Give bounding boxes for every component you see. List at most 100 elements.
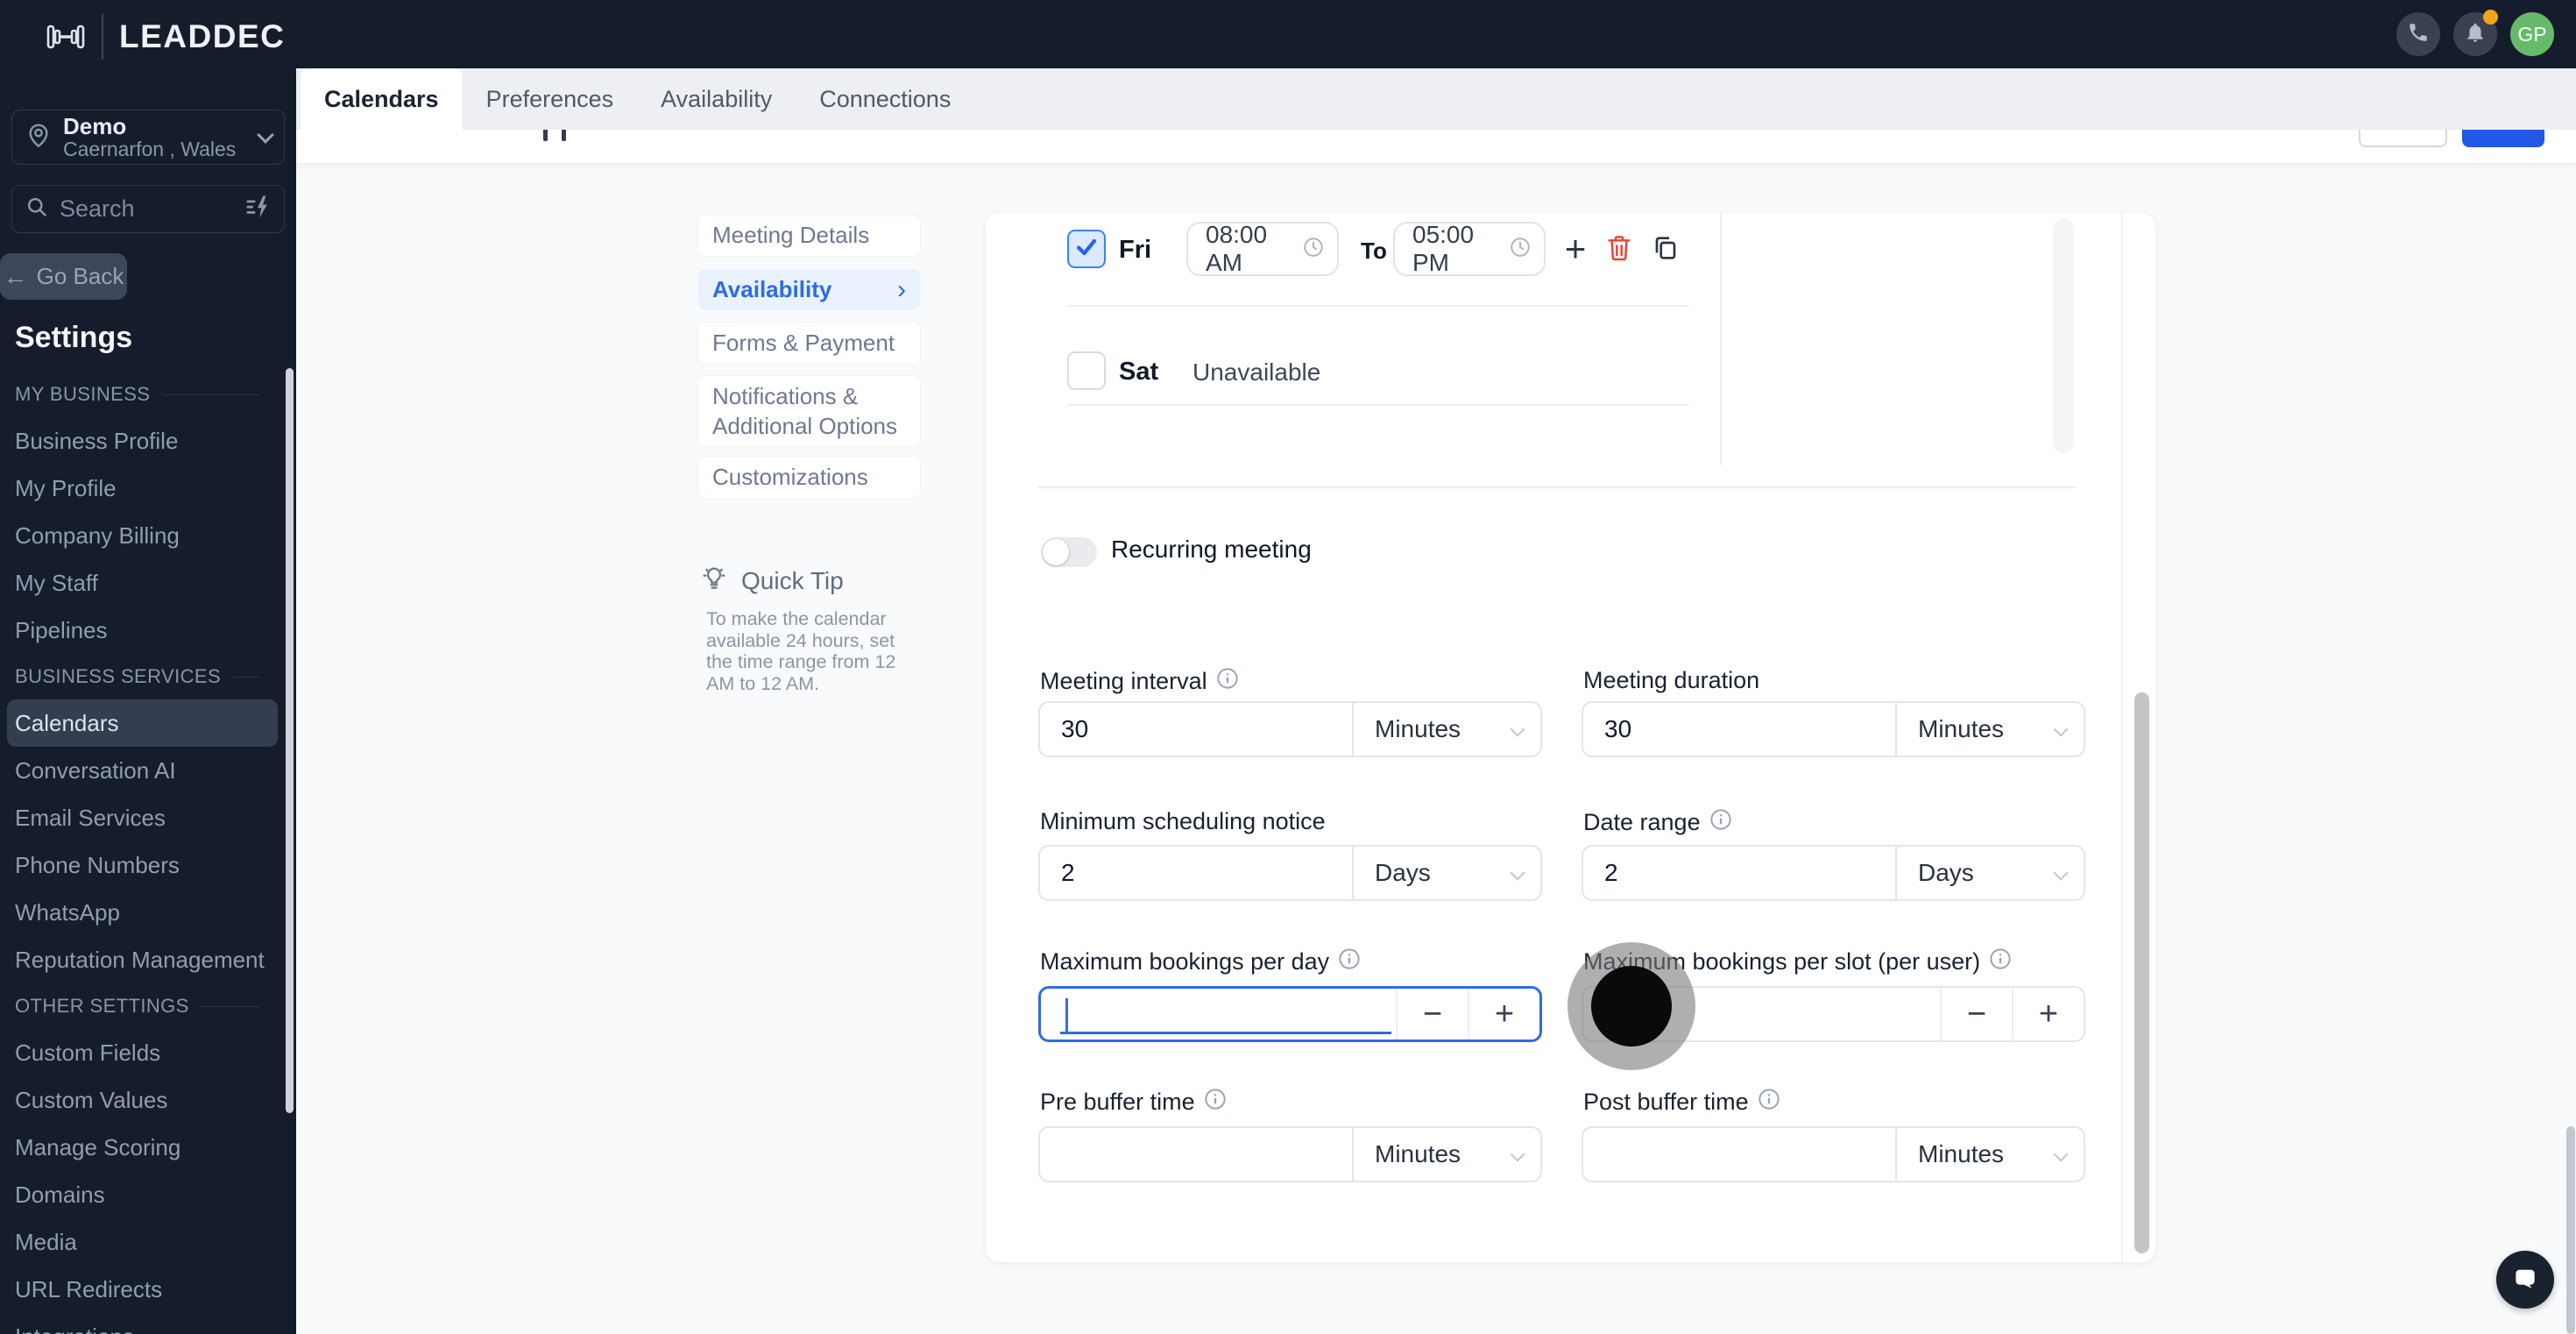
go-back-button[interactable]: ← Go Back (0, 253, 127, 300)
sidebar-item-url-redirects[interactable]: URL Redirects (0, 1266, 296, 1313)
meeting-duration-input[interactable]: 30 (1583, 703, 1895, 756)
phone-button[interactable] (2396, 12, 2440, 56)
pre-buffer-input[interactable] (1040, 1128, 1352, 1181)
clock-icon (1509, 236, 1532, 263)
availability-panel: Fri 08:00 AM To 05:00 PM + Sat Unavailab… (986, 213, 2155, 1262)
max-bookings-day-input[interactable] (1041, 989, 1396, 1040)
brand-name: LEADDEC (119, 18, 286, 54)
day-label-fri: Fri (1119, 236, 1152, 264)
tab-calendars[interactable]: Calendars (301, 68, 463, 130)
sidebar-item-reputation-management[interactable]: Reputation Management (0, 936, 296, 983)
page-scrollbar[interactable] (2566, 1126, 2575, 1334)
notifications-button[interactable] (2453, 10, 2498, 56)
sidebar-item-custom-fields[interactable]: Custom Fields (0, 1029, 296, 1076)
info-icon[interactable] (1758, 1088, 1780, 1117)
sidebar-item-domains[interactable]: Domains (0, 1171, 296, 1218)
sidebar-item-business-profile[interactable]: Business Profile (0, 417, 296, 465)
card-scrollbar[interactable] (2134, 692, 2149, 1253)
lightbulb-icon (700, 564, 728, 597)
info-icon[interactable] (1338, 947, 1361, 976)
section-header-business-services: BUSINESS SERVICES (0, 654, 296, 699)
meeting-duration-unit-select[interactable]: Minutes (1895, 703, 2084, 756)
sidebar-item-custom-values[interactable]: Custom Values (0, 1076, 296, 1124)
date-range-unit-select[interactable]: Days (1895, 847, 2084, 899)
meeting-interval-unit-select[interactable]: Minutes (1352, 703, 1540, 756)
fri-start-time-field[interactable]: 08:00 AM (1186, 221, 1339, 276)
page-title-descenders (543, 130, 548, 141)
sidebar: Demo Caernarfon , Wales Search ← Go Back… (0, 0, 296, 1334)
nav-forms-payment[interactable]: Forms & Payment (698, 323, 920, 364)
trash-icon (1605, 232, 1633, 268)
row-divider (1067, 404, 1689, 406)
nav-customizations[interactable]: Customizations (698, 457, 920, 498)
post-buffer-unit-select[interactable]: Minutes (1895, 1128, 2084, 1181)
sidebar-item-media[interactable]: Media (0, 1218, 296, 1266)
bell-icon (2464, 21, 2487, 48)
fri-checkbox[interactable] (1067, 230, 1106, 268)
min-scheduling-notice-unit-select[interactable]: Days (1352, 847, 1540, 899)
sat-status: Unavailable (1192, 358, 1321, 386)
date-range-input[interactable]: 2 (1583, 847, 1895, 899)
to-label: To (1361, 238, 1387, 264)
pre-buffer-field: Minutes (1038, 1126, 1542, 1182)
sidebar-item-manage-scoring[interactable]: Manage Scoring (0, 1124, 296, 1171)
chevron-down-icon (1510, 1146, 1525, 1162)
sidebar-item-calendars[interactable]: Calendars (7, 699, 278, 747)
sidebar-item-phone-numbers[interactable]: Phone Numbers (0, 841, 296, 889)
sidebar-item-my-profile[interactable]: My Profile (0, 465, 296, 512)
info-icon[interactable] (1216, 667, 1239, 696)
cancel-button-partial[interactable] (2359, 130, 2447, 147)
info-icon[interactable] (1204, 1088, 1227, 1117)
chat-launcher-button[interactable] (2496, 1251, 2554, 1309)
info-icon[interactable] (1989, 947, 2012, 976)
day-label-sat: Sat (1119, 358, 1159, 386)
min-scheduling-notice-input[interactable]: 2 (1040, 847, 1352, 899)
pre-buffer-label: Pre buffer time (1040, 1088, 1227, 1117)
location-switcher[interactable]: Demo Caernarfon , Wales (11, 110, 285, 165)
info-icon[interactable] (1709, 808, 1732, 837)
search-input[interactable] (60, 195, 234, 223)
recurring-meeting-toggle[interactable] (1041, 537, 1097, 567)
days-list-scrollbar[interactable] (2053, 218, 2074, 453)
post-buffer-input[interactable] (1583, 1128, 1895, 1181)
add-time-slot-button[interactable]: + (1558, 231, 1593, 267)
date-range-label: Date range (1583, 808, 1732, 837)
increase-button[interactable]: + (2012, 988, 2084, 1040)
max-bookings-slot-field: − + (1582, 986, 2085, 1042)
max-bookings-slot-input[interactable] (1583, 988, 1940, 1040)
tab-connections[interactable]: Connections (796, 68, 974, 130)
nav-notifications-options[interactable]: Notifications & Additional Options (698, 376, 920, 446)
sidebar-item-my-staff[interactable]: My Staff (0, 559, 296, 607)
settings-title: Settings (15, 321, 133, 354)
delete-time-slot-button[interactable] (1603, 233, 1635, 266)
sidebar-item-pipelines[interactable]: Pipelines (0, 607, 296, 654)
user-avatar[interactable]: GP (2510, 12, 2554, 56)
quick-actions-icon[interactable] (244, 194, 271, 224)
increase-button[interactable]: + (1468, 989, 1539, 1040)
meeting-interval-input[interactable]: 30 (1040, 703, 1352, 756)
sidebar-item-company-billing[interactable]: Company Billing (0, 512, 296, 559)
sidebar-item-clipped[interactable]: Integrations (0, 1313, 296, 1334)
sidebar-item-whatsapp[interactable]: WhatsApp (0, 889, 296, 936)
pre-buffer-unit-select[interactable]: Minutes (1352, 1128, 1540, 1181)
fri-end-time-field[interactable]: 05:00 PM (1393, 221, 1546, 276)
nav-availability[interactable]: Availability › (698, 269, 920, 310)
copy-icon (1652, 234, 1680, 266)
nav-meeting-details[interactable]: Meeting Details (698, 215, 920, 256)
decrease-button[interactable]: − (1396, 989, 1468, 1040)
toggle-knob (1043, 539, 1069, 565)
tab-preferences[interactable]: Preferences (463, 68, 638, 130)
dumbbell-icon (46, 19, 86, 54)
sidebar-search[interactable] (11, 185, 285, 233)
save-button-partial[interactable] (2462, 130, 2544, 147)
quick-tip-header: Quick Tip (700, 564, 844, 597)
sidebar-scrollbar[interactable] (286, 368, 294, 1113)
tab-availability[interactable]: Availability (637, 68, 796, 130)
sidebar-item-conversation-ai[interactable]: Conversation AI (0, 747, 296, 794)
sidebar-item-email-services[interactable]: Email Services (0, 794, 296, 841)
decrease-button[interactable]: − (1940, 988, 2012, 1040)
copy-time-slot-button[interactable] (1649, 233, 1682, 266)
sat-checkbox[interactable] (1067, 351, 1106, 390)
post-buffer-field: Minutes (1582, 1126, 2085, 1182)
phone-icon (2407, 21, 2430, 48)
